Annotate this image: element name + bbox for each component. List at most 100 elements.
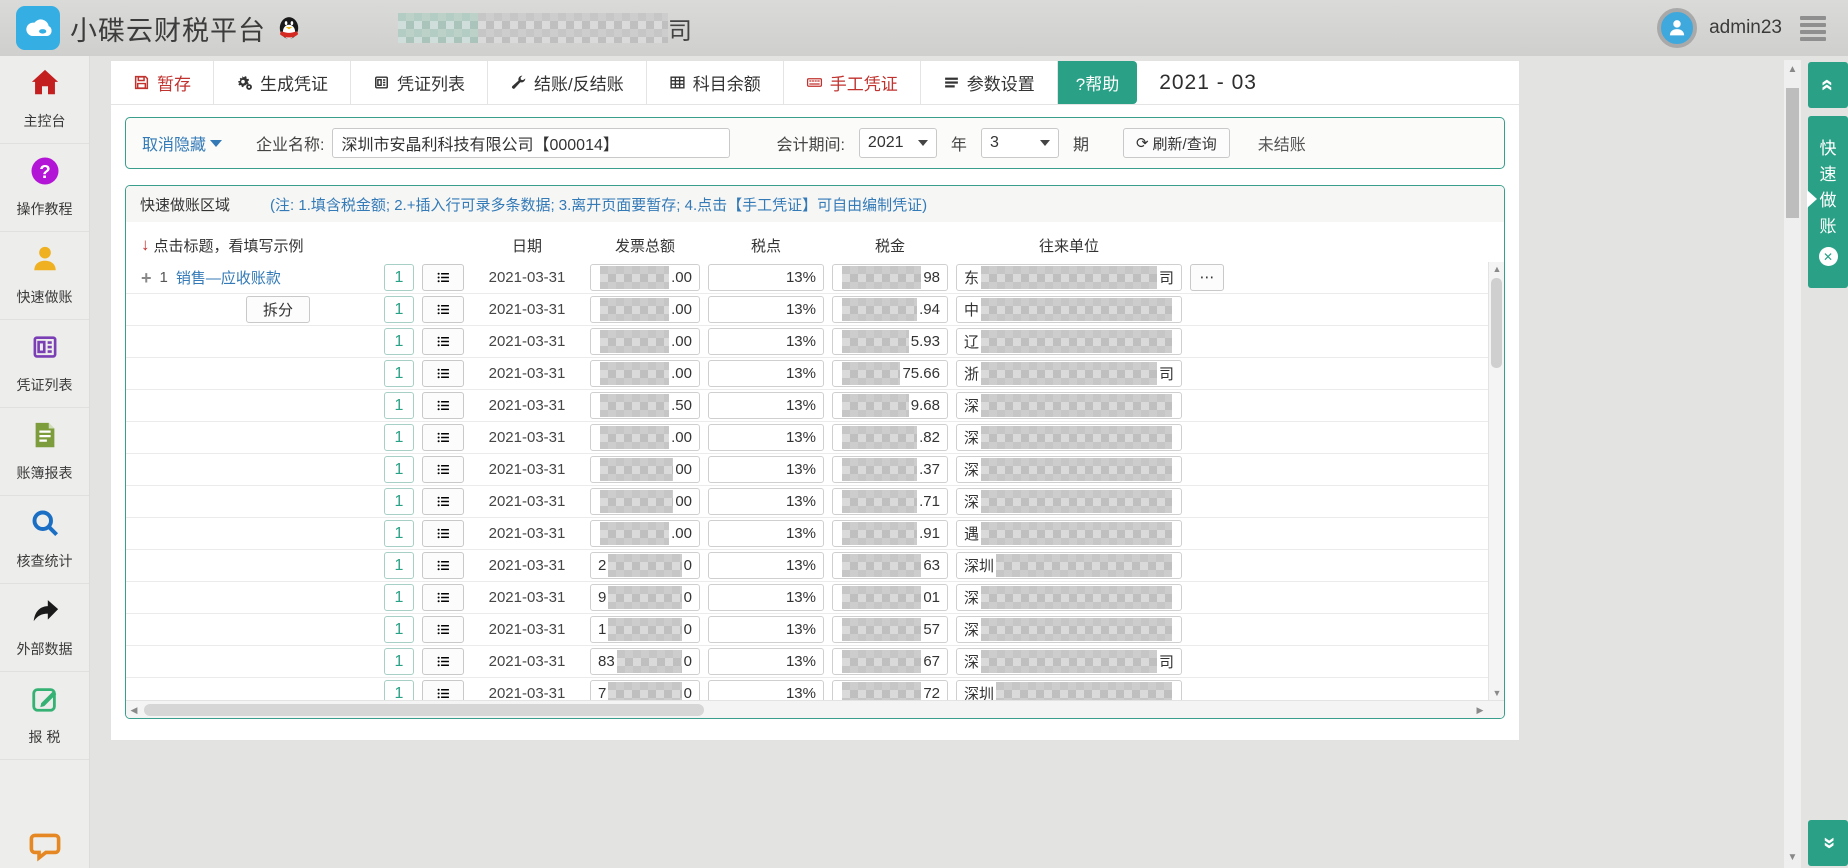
date-cell[interactable]: 2021-03-31	[472, 365, 582, 382]
row-detail-list-button[interactable]	[422, 360, 464, 387]
tax-rate-input[interactable]: 13%	[708, 392, 824, 419]
save-button[interactable]: 暂存	[111, 61, 214, 104]
closing-button[interactable]: 结账/反结账	[488, 61, 647, 104]
tax-amount-input[interactable]: 57	[832, 616, 948, 643]
account-type-link[interactable]: 销售—应收账款	[176, 267, 281, 288]
split-button[interactable]: 拆分	[246, 296, 310, 323]
refresh-query-button[interactable]: ⟳ 刷新/查询	[1123, 128, 1230, 158]
scrollbar-thumb[interactable]	[144, 704, 704, 716]
copies-count-button[interactable]: 1	[384, 552, 414, 579]
company-input[interactable]: 遇	[956, 520, 1182, 547]
invoice-amount-input[interactable]: .00	[590, 328, 700, 355]
invoice-amount-input[interactable]: 830	[590, 648, 700, 675]
company-name-input[interactable]	[332, 128, 730, 158]
copies-count-button[interactable]: 1	[384, 360, 414, 387]
invoice-amount-input[interactable]: .00	[590, 520, 700, 547]
scrollbar-thumb[interactable]	[1491, 278, 1502, 368]
date-cell[interactable]: 2021-03-31	[472, 269, 582, 286]
invoice-amount-input[interactable]: .00	[590, 264, 700, 291]
invoice-amount-input[interactable]: .00	[590, 296, 700, 323]
balance-button[interactable]: 科目余额	[647, 61, 784, 104]
add-row-plus-icon[interactable]: +	[141, 269, 152, 287]
gen-voucher-button[interactable]: 生成凭证	[214, 61, 351, 104]
row-detail-list-button[interactable]	[422, 552, 464, 579]
copies-count-button[interactable]: 1	[384, 328, 414, 355]
company-input[interactable]: 东司	[956, 264, 1182, 291]
row-detail-list-button[interactable]	[422, 264, 464, 291]
tax-amount-input[interactable]: .37	[832, 456, 948, 483]
tax-amount-input[interactable]: 9.68	[832, 392, 948, 419]
company-input[interactable]: 深司	[956, 648, 1182, 675]
menu-hamburger-icon[interactable]	[1800, 16, 1826, 41]
tax-rate-input[interactable]: 13%	[708, 456, 824, 483]
table-vertical-scrollbar[interactable]: ▲ ▼	[1488, 262, 1504, 700]
sidebar-item-ledgers[interactable]: 账簿报表	[0, 408, 89, 496]
tax-rate-input[interactable]: 13%	[708, 648, 824, 675]
collapse-top-button[interactable]: «	[1808, 62, 1848, 108]
tax-rate-input[interactable]: 13%	[708, 424, 824, 451]
help-button[interactable]: ?帮助	[1058, 61, 1137, 104]
sidebar-item-quick-entry[interactable]: 快速做账	[0, 232, 89, 320]
manual-button[interactable]: 手工凭证	[784, 61, 921, 104]
copies-count-button[interactable]: 1	[384, 456, 414, 483]
date-cell[interactable]: 2021-03-31	[472, 429, 582, 446]
invoice-amount-input[interactable]: 00	[590, 488, 700, 515]
tax-rate-input[interactable]: 13%	[708, 264, 824, 291]
sidebar-item-dashboard[interactable]: 主控台	[0, 56, 89, 144]
tax-rate-input[interactable]: 13%	[708, 552, 824, 579]
date-cell[interactable]: 2021-03-31	[472, 557, 582, 574]
company-input[interactable]: 深圳	[956, 552, 1182, 579]
company-input[interactable]: 中	[956, 296, 1182, 323]
company-input[interactable]: 深	[956, 584, 1182, 611]
params-button[interactable]: 参数设置	[921, 61, 1058, 104]
sidebar-item-external[interactable]: 外部数据	[0, 584, 89, 672]
sidebar-item-audit[interactable]: 核查统计	[0, 496, 89, 584]
month-select[interactable]: 3	[981, 128, 1059, 158]
copies-count-button[interactable]: 1	[384, 584, 414, 611]
scroll-up-icon[interactable]: ▲	[1489, 262, 1505, 276]
col-header-tax[interactable]: 税金	[832, 235, 948, 256]
company-input[interactable]: 辽	[956, 328, 1182, 355]
table-hint[interactable]: ↓ 点击标题，看填写示例	[141, 235, 376, 256]
row-detail-list-button[interactable]	[422, 520, 464, 547]
row-detail-list-button[interactable]	[422, 424, 464, 451]
row-detail-list-button[interactable]	[422, 296, 464, 323]
tax-amount-input[interactable]: .91	[832, 520, 948, 547]
tax-amount-input[interactable]: 98	[832, 264, 948, 291]
copies-count-button[interactable]: 1	[384, 488, 414, 515]
sidebar-item-tax[interactable]: 报 税	[0, 672, 89, 760]
copies-count-button[interactable]: 1	[384, 648, 414, 675]
invoice-amount-input[interactable]: 00	[590, 456, 700, 483]
copies-count-button[interactable]: 1	[384, 616, 414, 643]
date-cell[interactable]: 2021-03-31	[472, 333, 582, 350]
date-cell[interactable]: 2021-03-31	[472, 397, 582, 414]
copies-count-button[interactable]: 1	[384, 264, 414, 291]
invoice-amount-input[interactable]: .00	[590, 424, 700, 451]
tax-rate-input[interactable]: 13%	[708, 616, 824, 643]
tax-rate-input[interactable]: 13%	[708, 488, 824, 515]
row-detail-list-button[interactable]	[422, 648, 464, 675]
tax-amount-input[interactable]: .94	[832, 296, 948, 323]
toggle-hide-link[interactable]: 取消隐藏	[142, 131, 222, 155]
page-vertical-scrollbar[interactable]: ▲ ▼	[1784, 60, 1801, 868]
sidebar-chat-icon[interactable]	[0, 828, 90, 862]
date-cell[interactable]: 2021-03-31	[472, 301, 582, 318]
sidebar-item-vouchers[interactable]: 凭证列表	[0, 320, 89, 408]
row-detail-list-button[interactable]	[422, 488, 464, 515]
copies-count-button[interactable]: 1	[384, 392, 414, 419]
more-options-button[interactable]: ⋯	[1190, 264, 1224, 291]
row-detail-list-button[interactable]	[422, 616, 464, 643]
tax-rate-input[interactable]: 13%	[708, 328, 824, 355]
quick-entry-side-tab[interactable]: 快速做账✕	[1808, 116, 1848, 288]
invoice-amount-input[interactable]: .50	[590, 392, 700, 419]
row-detail-list-button[interactable]	[422, 328, 464, 355]
tax-rate-input[interactable]: 13%	[708, 296, 824, 323]
scroll-left-icon[interactable]: ◀	[126, 701, 142, 719]
row-detail-list-button[interactable]	[422, 392, 464, 419]
username[interactable]: admin23	[1709, 17, 1782, 39]
company-input[interactable]: 深	[956, 488, 1182, 515]
copies-count-button[interactable]: 1	[384, 520, 414, 547]
scroll-right-icon[interactable]: ▶	[1472, 701, 1488, 719]
row-detail-list-button[interactable]	[422, 584, 464, 611]
tax-amount-input[interactable]: 5.93	[832, 328, 948, 355]
